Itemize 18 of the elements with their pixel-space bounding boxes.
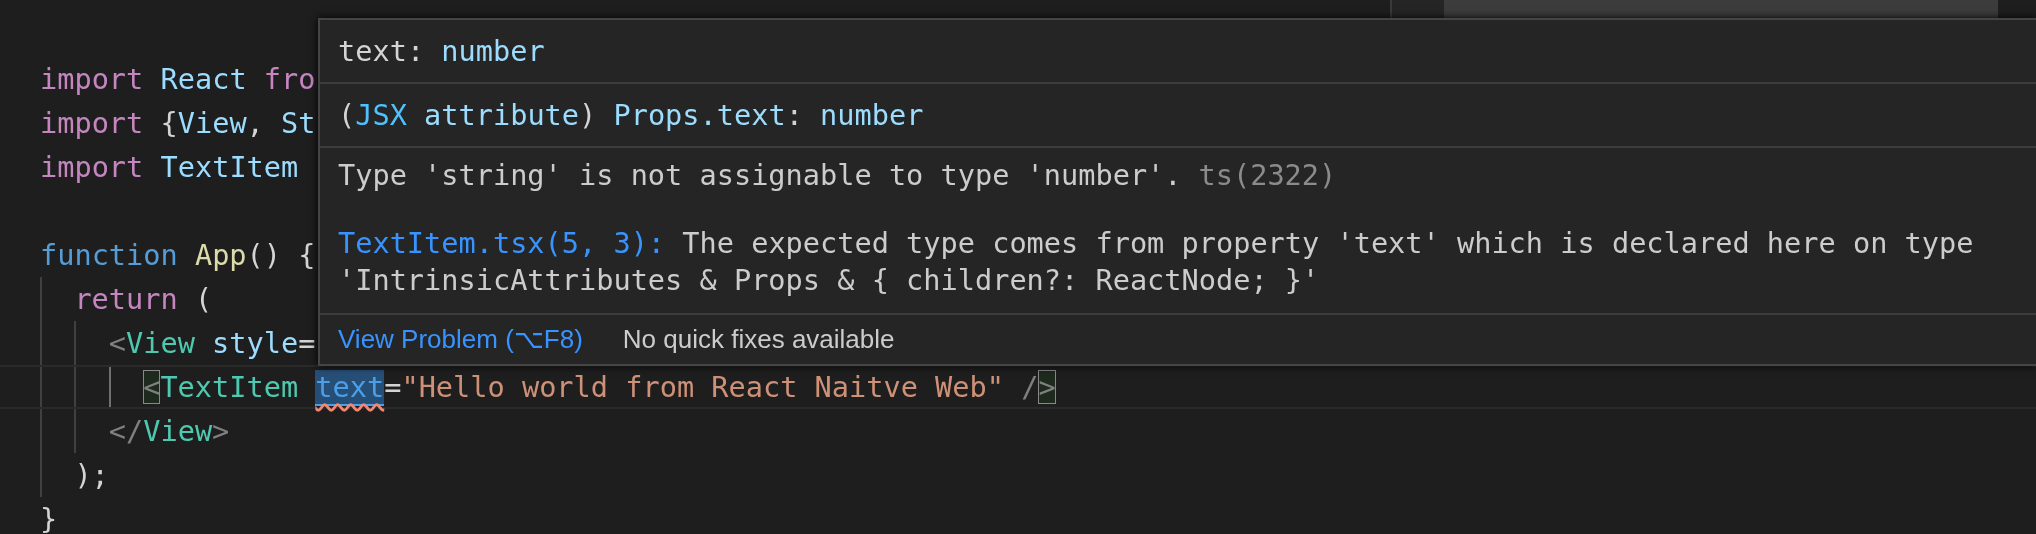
- code-line: function App() {: [40, 238, 316, 272]
- code-line: import React fro: [40, 62, 316, 96]
- code-line: <View style=: [108, 326, 316, 360]
- hover-signature: text: number: [338, 33, 545, 70]
- code-line: </View>: [108, 414, 230, 448]
- code-line: }: [40, 502, 58, 534]
- code-line: );: [74, 458, 109, 492]
- error-message: Type 'string' is not assignable to type 'number'.: [338, 157, 1182, 194]
- code-line: return (: [74, 282, 213, 316]
- status-note: No quick fixes available: [622, 324, 895, 355]
- view-problem-link[interactable]: View Problem (⌥F8): [338, 324, 583, 355]
- error-code: ts(2322): [1198, 157, 1337, 194]
- hover-declaration: (JSX attribute) Props.text: number: [338, 97, 924, 134]
- related-info: TextItem.tsx(5, 3): The expected type comes from property 'text' which is declared here on type 'IntrinsicAttributes & Props & { children?: ReactNode; }': [338, 225, 1975, 299]
- code-line: import {View, St: [40, 106, 316, 140]
- code-line: <TextItem text="Hello world from React Naitve Web" />: [143, 370, 1056, 404]
- code-line: import TextItem: [40, 150, 299, 184]
- file-link[interactable]: TextItem.tsx(5, 3):: [338, 226, 666, 260]
